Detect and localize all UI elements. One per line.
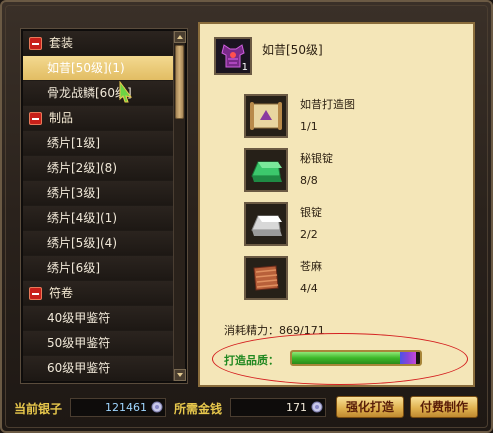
silver-label: 当前银子 [14,402,63,416]
material-count: 8/8 [300,174,318,187]
enhance-craft-button[interactable]: 强化打造 [336,396,404,418]
material-count: 2/2 [300,228,318,241]
material-row: 苍麻 4/4 [244,256,464,306]
recipe-row[interactable]: 60级甲鉴符 [23,356,173,381]
material-name: 如昔打造图 [300,98,355,111]
product-name: 如昔[50级] [262,43,323,57]
recipe-row[interactable]: 绣片[4级](1) [23,206,173,231]
silver-box: 121461 [70,398,166,417]
quality-bar [290,350,422,366]
collapse-minus-icon[interactable] [29,112,42,125]
row-label: 60级甲鉴符 [47,361,111,375]
silver-value: 121461 [105,401,147,414]
material-count: 1/1 [300,120,318,133]
recipe-row[interactable]: 绣片[2级](8) [23,156,173,181]
recipe-row[interactable]: 50级甲鉴符 [23,331,173,356]
collapse-minus-icon[interactable] [29,37,42,50]
list-scrollbar[interactable] [173,31,186,381]
paid-craft-button[interactable]: 付费制作 [410,396,478,418]
row-label: 套装 [49,36,74,50]
scroll-down-arrow-icon[interactable] [174,369,186,381]
coin-icon [311,401,323,413]
material-name: 秘银锭 [300,152,333,165]
material-name: 银锭 [300,206,322,219]
required-money-box: 171 [230,398,326,417]
coin-icon [151,401,163,413]
row-label: 绣片[2级](8) [47,161,117,175]
recipe-list-panel: 套装如昔[50级](1) 骨龙战鳞[60级] 制品绣片[1级] 绣片[2级](8) 绣片… [20,28,188,384]
product-quantity: 1 [241,62,248,73]
green-ingot-icon[interactable] [244,148,288,192]
category-row[interactable]: 制品 [23,106,173,131]
row-label: 如昔[50级](1) [47,61,125,75]
category-row[interactable]: 套装 [23,31,173,56]
row-label: 符卷 [49,286,74,300]
material-row: 秘银锭 8/8 [244,148,464,198]
recipe-row[interactable]: 绣片[6级] [23,256,173,281]
scroll-up-arrow-icon[interactable] [174,31,186,43]
quality-label: 打造品质： [224,354,279,367]
material-name: 苍麻 [300,260,322,273]
collapse-minus-icon[interactable] [29,287,42,300]
required-money-label: 所需金钱 [174,402,223,416]
recipe-detail-panel: 1 如昔[50级] 如昔打造图 1/1 秘银锭 8/8 银锭 2/2 苍麻 4/… [198,22,475,387]
recipe-list: 套装如昔[50级](1) 骨龙战鳞[60级] 制品绣片[1级] 绣片[2级](8) 绣片… [23,31,173,381]
row-label: 绣片[4级](1) [47,211,117,225]
recipe-row[interactable]: 骨龙战鳞[60级] [23,81,173,106]
material-row: 银锭 2/2 [244,202,464,252]
recipe-row[interactable]: 绣片[1级] [23,131,173,156]
row-label: 制品 [49,111,74,125]
scroll-blueprint-icon[interactable] [244,94,288,138]
quality-fill-extra [399,352,417,364]
quality-fill-main [292,352,400,364]
silver-ingot-icon[interactable] [244,202,288,246]
footer-bar: 当前银子 121461 所需金钱 171 强化打造 付费制作 [0,396,493,422]
category-row[interactable]: 符卷 [23,281,173,306]
recipe-row[interactable]: 绣片[5级](4) [23,231,173,256]
row-label: 绣片[3级] [47,186,100,200]
recipe-row[interactable]: 绣片[3级] [23,181,173,206]
recipe-row[interactable]: 如昔[50级](1) [23,56,173,81]
row-label: 绣片[5级](4) [47,236,117,250]
row-label: 绣片[6级] [47,261,100,275]
row-label: 40级甲鉴符 [47,311,111,325]
material-row: 如昔打造图 1/1 [244,94,464,144]
row-label: 绣片[1级] [47,136,100,150]
hemp-icon[interactable] [244,256,288,300]
required-money-value: 171 [286,401,307,414]
scroll-thumb[interactable] [175,45,184,119]
recipe-row[interactable]: 40级甲鉴符 [23,306,173,331]
row-label: 50级甲鉴符 [47,336,111,350]
material-count: 4/4 [300,282,318,295]
armor-icon[interactable]: 1 [214,37,252,75]
row-label: 骨龙战鳞[60级] [47,86,132,100]
